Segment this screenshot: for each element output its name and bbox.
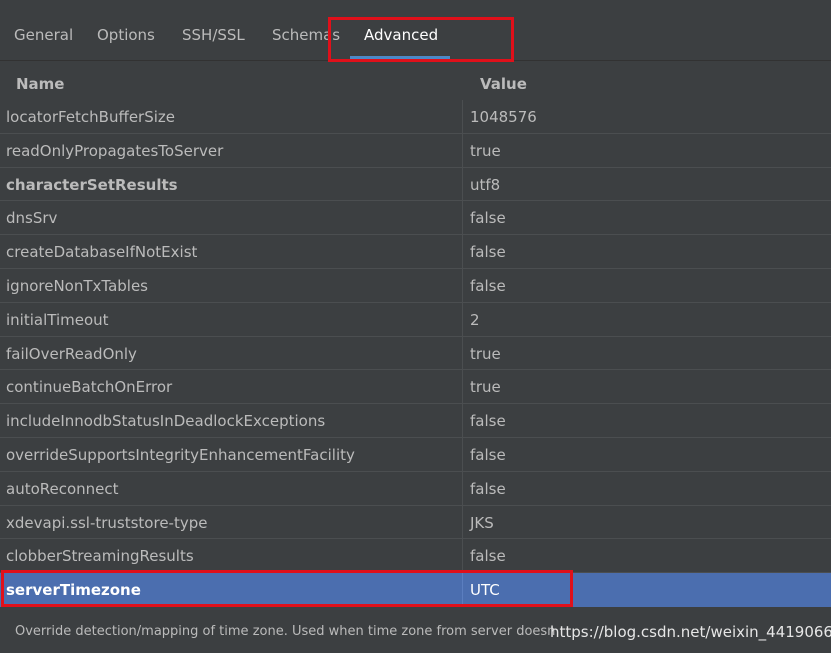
column-divider: [462, 471, 463, 505]
column-divider: [462, 505, 463, 539]
property-name-cell: xdevapi.ssl-truststore-type: [6, 513, 208, 532]
column-divider: [462, 302, 463, 336]
property-value-cell[interactable]: false: [470, 412, 506, 430]
properties-table: Name Value locatorFetchBufferSize 1048576…: [0, 66, 831, 607]
column-divider: [462, 437, 463, 471]
table-row[interactable]: serverTimezone UTC: [0, 573, 831, 607]
tab-schemas[interactable]: Schemas: [272, 26, 340, 44]
property-name-cell: failOverReadOnly: [6, 344, 137, 363]
property-name-cell: continueBatchOnError: [6, 378, 173, 397]
property-value-cell[interactable]: false: [470, 209, 506, 227]
property-value-cell[interactable]: false: [470, 547, 506, 565]
tab-options[interactable]: Options: [97, 26, 155, 44]
property-name-cell: characterSetResults: [6, 175, 178, 194]
table-row[interactable]: locatorFetchBufferSize 1048576: [0, 100, 831, 134]
table-row[interactable]: continueBatchOnError true: [0, 370, 831, 405]
column-divider: [462, 235, 463, 268]
table-row[interactable]: ignoreNonTxTables false: [0, 268, 831, 303]
column-header-value[interactable]: Value: [480, 75, 527, 93]
table-row[interactable]: createDatabaseIfNotExist false: [0, 235, 831, 269]
column-divider: [462, 100, 463, 133]
column-divider: [462, 404, 463, 437]
property-value-cell[interactable]: 1048576: [470, 108, 537, 126]
column-divider: [462, 268, 463, 302]
tab-general[interactable]: General: [14, 26, 73, 44]
table-row[interactable]: dnsSrv false: [0, 201, 831, 236]
property-value-cell[interactable]: false: [470, 446, 506, 464]
column-divider: [462, 336, 463, 370]
property-name-cell: includeInnodbStatusInDeadlockExceptions: [6, 412, 326, 431]
property-name-cell: clobberStreamingResults: [6, 547, 194, 566]
table-row[interactable]: failOverReadOnly true: [0, 336, 831, 371]
property-value-cell[interactable]: false: [470, 243, 506, 261]
property-description: Override detection/mapping of time zone.…: [15, 624, 555, 639]
tab-ssh-ssl[interactable]: SSH/SSL: [182, 26, 245, 44]
table-row[interactable]: characterSetResults utf8: [0, 167, 831, 202]
column-divider: [462, 370, 463, 404]
property-name-cell: locatorFetchBufferSize: [6, 108, 175, 126]
property-name-cell: createDatabaseIfNotExist: [6, 243, 198, 262]
property-name-cell: ignoreNonTxTables: [6, 276, 148, 295]
property-value-cell[interactable]: true: [470, 378, 501, 396]
property-name-cell: overrideSupportsIntegrityEnhancementFaci…: [6, 445, 355, 464]
property-value-cell[interactable]: false: [470, 277, 506, 295]
column-divider: [462, 201, 463, 235]
column-divider: [462, 133, 463, 167]
active-tab-indicator: [350, 56, 450, 59]
watermark-text: https://blog.csdn.net/weixin_44190665: [550, 623, 831, 641]
property-name-cell: readOnlyPropagatesToServer: [6, 141, 224, 160]
table-row[interactable]: initialTimeout 2: [0, 302, 831, 337]
table-row[interactable]: autoReconnect false: [0, 471, 831, 506]
column-divider: [462, 167, 463, 201]
column-divider: [462, 573, 463, 606]
property-value-cell[interactable]: UTC: [470, 581, 500, 599]
table-row[interactable]: readOnlyPropagatesToServer true: [0, 133, 831, 168]
property-value-cell[interactable]: true: [470, 345, 501, 363]
column-divider: [462, 539, 463, 573]
property-value-cell[interactable]: JKS: [470, 514, 494, 532]
table-row[interactable]: includeInnodbStatusInDeadlockExceptions f…: [0, 404, 831, 438]
table-row[interactable]: overrideSupportsIntegrityEnhancementFaci…: [0, 437, 831, 472]
property-name-cell: initialTimeout: [6, 310, 109, 329]
property-name-cell: autoReconnect: [6, 479, 119, 498]
tab-bar: General Options SSH/SSL Schemas Advanced: [0, 0, 831, 61]
property-value-cell[interactable]: false: [470, 480, 506, 498]
property-value-cell[interactable]: true: [470, 142, 501, 160]
column-header-name[interactable]: Name: [16, 75, 64, 93]
property-name-cell: serverTimezone: [6, 581, 141, 600]
table-body: locatorFetchBufferSize 1048576 readOnlyPro…: [0, 100, 831, 607]
table-row[interactable]: clobberStreamingResults false: [0, 539, 831, 574]
property-name-cell: dnsSrv: [6, 209, 58, 228]
property-value-cell[interactable]: utf8: [470, 176, 500, 194]
table-row[interactable]: xdevapi.ssl-truststore-type JKS: [0, 505, 831, 540]
tab-advanced[interactable]: Advanced: [364, 26, 438, 44]
property-value-cell[interactable]: 2: [470, 311, 480, 329]
table-header: Name Value: [0, 66, 831, 100]
